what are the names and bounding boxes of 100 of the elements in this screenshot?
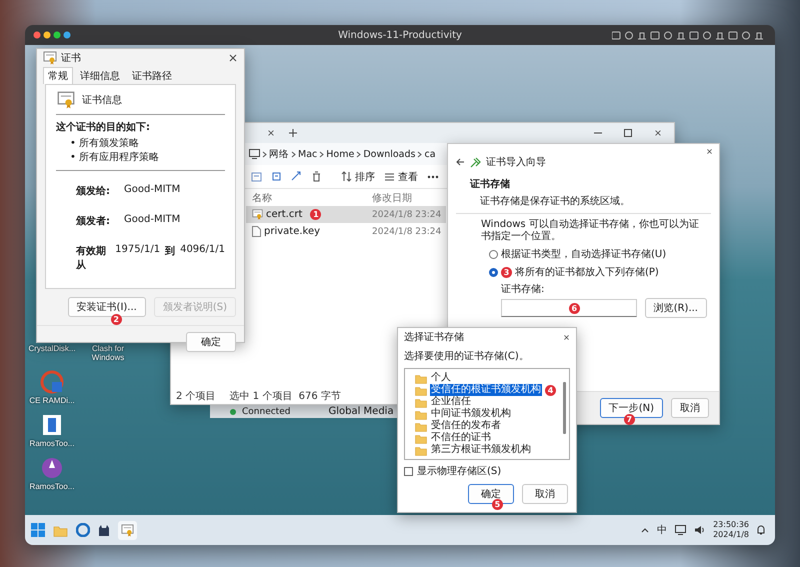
radio-button[interactable] bbox=[489, 250, 498, 258]
chevron-icon bbox=[262, 150, 267, 158]
app-icon bbox=[40, 413, 64, 437]
checkbox-label: 显示物理存储区(S) bbox=[417, 464, 502, 478]
step-badge: 1 bbox=[310, 209, 322, 220]
prompt-text: 选择要使用的证书存储(C)。 bbox=[403, 350, 530, 364]
toolbar-button[interactable]: 排序 bbox=[341, 170, 375, 184]
field-label: 有效期从 bbox=[76, 244, 107, 272]
close-icon[interactable] bbox=[267, 129, 275, 137]
field-value: Good-MITM bbox=[124, 214, 180, 227]
tab[interactable]: 常规 bbox=[43, 67, 73, 84]
status-dot-icon bbox=[230, 408, 236, 414]
field-label: 到 bbox=[165, 244, 176, 259]
certificate-icon bbox=[252, 209, 263, 220]
instruction-text: Windows 可以自动选择证书存储，你也可以为证书指定一个位置。 bbox=[481, 219, 700, 243]
tree-item[interactable]: 受信任的发布者 bbox=[430, 420, 502, 432]
folder-icon bbox=[415, 408, 427, 420]
tab[interactable]: 详细信息 bbox=[75, 67, 125, 84]
dialog-title: 证书 bbox=[61, 52, 81, 65]
desktop-icon[interactable]: CE RAMDi... bbox=[25, 370, 79, 405]
breadcrumb-item[interactable]: ca bbox=[424, 148, 436, 160]
step-badge: 5 bbox=[492, 499, 503, 510]
checkbox[interactable] bbox=[404, 466, 413, 476]
file-row[interactable]: cert.crt 1 2024/1/8 23:24 bbox=[246, 206, 446, 223]
field-value: 1975/1/1 bbox=[115, 244, 160, 257]
file-name: private.key bbox=[264, 226, 320, 237]
breadcrumb-item[interactable]: Mac bbox=[298, 148, 318, 160]
folder-icon bbox=[415, 444, 427, 456]
dialog-button[interactable]: 取消 bbox=[522, 484, 568, 504]
step-badge: 6 bbox=[568, 303, 580, 314]
folder-icon bbox=[415, 372, 427, 384]
breadcrumb-item[interactable]: 网络 bbox=[269, 148, 289, 160]
browse-button[interactable]: 浏览(R)... bbox=[644, 298, 707, 318]
desktop-icon[interactable]: RamosToo... bbox=[25, 413, 79, 448]
start-icon[interactable] bbox=[31, 523, 45, 537]
certificate-icon[interactable] bbox=[121, 524, 134, 536]
tree-item[interactable]: 受信任的根证书颁发机构 bbox=[430, 384, 542, 396]
certificate-wizard-icon bbox=[470, 156, 481, 168]
radio-button[interactable] bbox=[489, 268, 498, 276]
field-label: 颁发者: bbox=[76, 214, 110, 228]
tree-item[interactable]: 个人 bbox=[430, 372, 452, 384]
browser-icon[interactable] bbox=[76, 523, 90, 537]
close-icon[interactable] bbox=[654, 129, 662, 137]
tree-item[interactable]: 企业信任 bbox=[430, 396, 472, 408]
close-icon[interactable] bbox=[706, 148, 713, 154]
toolbar-button[interactable]: 查看 bbox=[384, 170, 418, 184]
radio-label: 将所有的证书都放入下列存储(P) bbox=[515, 266, 659, 279]
bell-icon[interactable] bbox=[757, 525, 765, 535]
certificate-icon bbox=[43, 51, 57, 65]
desktop-icon-label: Clash for Windows bbox=[90, 344, 126, 362]
desktop-icon[interactable]: RamosToo... bbox=[25, 456, 79, 491]
chevron-up-icon[interactable] bbox=[641, 528, 650, 532]
column-header[interactable]: 名称 bbox=[246, 190, 372, 204]
breadcrumb-item[interactable]: Home bbox=[326, 148, 354, 160]
ok-button[interactable]: 确定 bbox=[186, 332, 236, 352]
file-date: 2024/1/8 23:24 bbox=[372, 210, 442, 220]
app-icon bbox=[40, 370, 64, 394]
tab[interactable]: 证书路径 bbox=[127, 67, 177, 84]
chevron-icon bbox=[319, 150, 324, 158]
back-arrow-icon[interactable] bbox=[456, 158, 465, 166]
cat-icon[interactable] bbox=[98, 524, 110, 536]
tree-item[interactable]: 中间证书颁发机构 bbox=[430, 408, 512, 420]
file-icon bbox=[252, 226, 261, 237]
step-badge: 4 bbox=[545, 384, 556, 396]
delete-icon[interactable] bbox=[311, 171, 322, 182]
field-value: 4096/1/1 bbox=[180, 244, 225, 257]
window-title: Windows-11-Productivity bbox=[338, 30, 462, 40]
file-row[interactable]: private.key 2024/1/8 23:24 bbox=[246, 223, 446, 240]
column-header[interactable]: 修改日期 bbox=[372, 190, 412, 204]
clock-date[interactable]: 2024/1/8 bbox=[713, 530, 749, 540]
speaker-icon[interactable] bbox=[694, 525, 706, 535]
input-method-indicator[interactable]: 中 bbox=[657, 523, 668, 537]
input-field[interactable]: 6 bbox=[501, 299, 637, 317]
tree-item[interactable]: 不信任的证书 bbox=[430, 432, 492, 444]
field-label: 颁发给: bbox=[76, 184, 110, 198]
breadcrumb-item[interactable]: Downloads bbox=[363, 148, 416, 160]
purpose-item: • 所有颁发策略 bbox=[69, 137, 140, 151]
certificate-icon bbox=[56, 91, 76, 109]
close-icon[interactable] bbox=[563, 334, 570, 340]
desktop-icon-label: RamosToo... bbox=[30, 482, 74, 491]
section-heading: 证书信息 bbox=[82, 94, 122, 107]
connection-status: Connected bbox=[242, 406, 290, 416]
plus-icon[interactable] bbox=[289, 129, 297, 137]
field-label: 证书存储: bbox=[501, 282, 546, 296]
clock-time[interactable]: 23:50:36 bbox=[713, 520, 749, 530]
sort-icon bbox=[341, 171, 352, 182]
dialog-button[interactable]: 取消 bbox=[671, 398, 709, 418]
close-icon[interactable] bbox=[228, 53, 238, 63]
maximize-icon[interactable] bbox=[624, 129, 632, 137]
section-description: 证书存储是保存证书的系统区域。 bbox=[479, 194, 631, 208]
dialog-button[interactable]: 安装证书(I)... bbox=[68, 297, 146, 317]
app-icon bbox=[40, 456, 64, 480]
more-icon[interactable] bbox=[427, 174, 439, 178]
folder-icon bbox=[415, 384, 427, 396]
chevron-icon bbox=[291, 150, 296, 158]
field-value: Good-MITM bbox=[124, 184, 180, 197]
step-badge: 7 bbox=[624, 414, 635, 425]
step-badge: 3 bbox=[501, 266, 512, 278]
status-text: 2 个项目 bbox=[176, 390, 216, 403]
tree-item[interactable]: 第三方根证书颁发机构 bbox=[430, 444, 532, 456]
